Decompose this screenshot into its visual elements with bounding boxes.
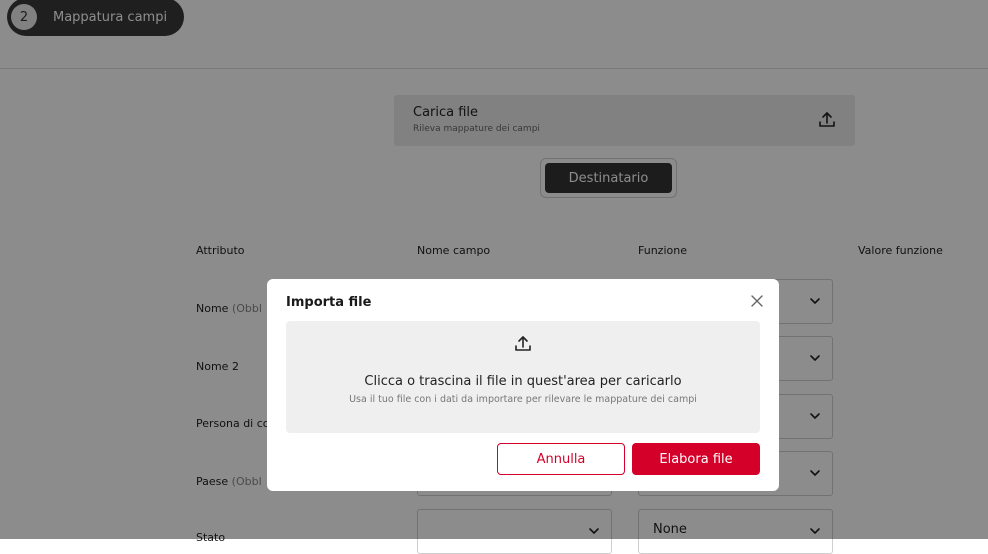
dropzone-hint: Usa il tuo file con i dati da importare … (349, 394, 697, 405)
cancel-button[interactable]: Annulla (497, 443, 625, 475)
process-file-button[interactable]: Elabora file (632, 443, 760, 475)
file-dropzone[interactable]: Clicca o trascina il file in quest'area … (286, 321, 760, 433)
dropzone-instruction: Clicca o trascina il file in quest'area … (364, 374, 682, 389)
field-mapping-page: 2 Mappatura campi Carica file Rileva map… (0, 0, 988, 554)
upload-icon (515, 336, 531, 351)
close-icon[interactable] (749, 293, 765, 309)
dialog-title: Importa file (286, 295, 372, 310)
import-file-dialog: Importa file Clicca o trascina il file i… (267, 279, 779, 491)
